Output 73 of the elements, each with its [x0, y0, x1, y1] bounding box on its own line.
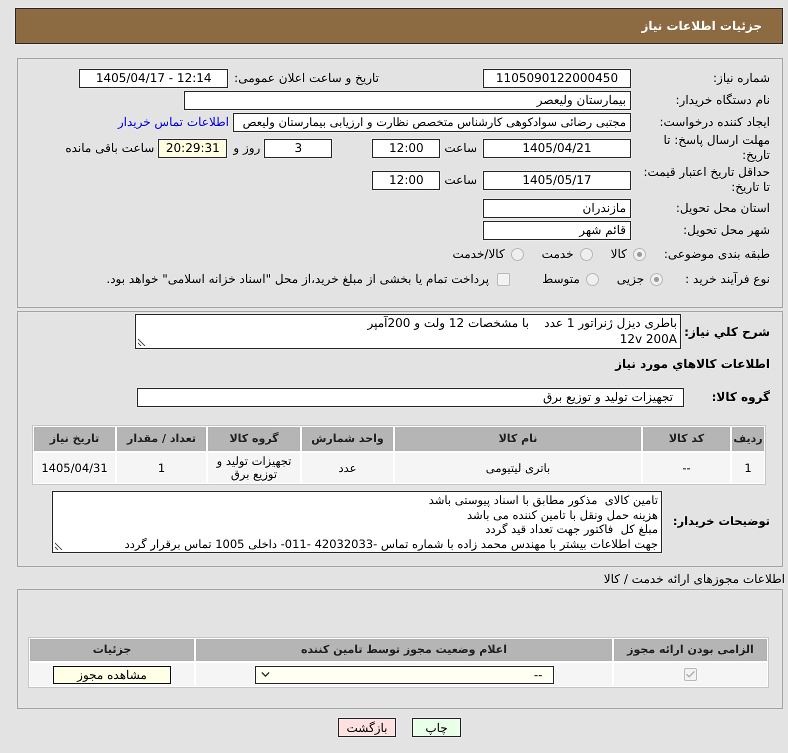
table-cell: 1405/04/31 — [34, 453, 115, 483]
requester-field[interactable]: مجتبی رضائی سوادکوهی کارشناس متخصص نظارت و ارزیابی بیمارستان ولیعص — [233, 112, 631, 132]
province-field[interactable]: مازندران — [483, 198, 631, 218]
table-header-cell: تعداد / مقدار — [117, 427, 206, 451]
radio-button[interactable] — [650, 272, 664, 286]
treasury-option-label: پرداخت تمام یا بخشی از مبلغ خرید،از محل "اسناد خزانه اسلامی" خواهد بود. — [106, 271, 490, 288]
option-label: خدمت — [542, 246, 574, 263]
time-label: ساعت — [444, 172, 477, 189]
need-number-label: شماره نیاز: — [713, 70, 770, 87]
table-header-cell: اعلام وضعیت مجوز توسط تامین کننده — [196, 639, 612, 661]
table-header-cell: گروه کالا — [208, 427, 300, 451]
announcement-field[interactable]: 1405/04/17 - 12:14 — [79, 68, 228, 88]
validity-date-field[interactable]: 1405/05/17 — [483, 170, 631, 190]
days-field[interactable]: 3 — [264, 138, 332, 158]
select-value: -- — [534, 666, 542, 684]
licenses-title: اطلاعات مجوزهای ارائه خدمت / کالا — [604, 571, 785, 588]
deadline-date-field[interactable]: 1405/04/21 — [483, 138, 631, 158]
table-cell: 1 — [732, 453, 764, 483]
buyer-org-label: نام دستگاه خریدار: — [676, 92, 770, 109]
table-cell: تجهیزات تولید و توزیع برق — [208, 453, 300, 483]
buyer-notes-label: توضیحات خریدار: — [672, 513, 770, 530]
validity-time-field[interactable]: 12:00 — [372, 170, 440, 190]
days-label: روز و — [233, 140, 260, 157]
table-cell: 1 — [117, 453, 206, 483]
need-number-field[interactable]: 1105090122000450 — [483, 68, 631, 88]
province-label: استان محل تحویل: — [676, 200, 770, 217]
category-label: طبقه بندی موضوعی: — [664, 246, 770, 263]
resize-grip-icon — [138, 338, 146, 346]
radio-button[interactable] — [580, 248, 593, 260]
table-header-cell: واحد شمارش — [302, 427, 393, 451]
table-header-cell: تاریخ نیاز — [34, 427, 115, 451]
checkbox[interactable] — [497, 272, 510, 286]
time-label: ساعت — [444, 140, 477, 157]
remaining-label: ساعت باقی مانده — [65, 140, 154, 157]
view-license-button[interactable]: مشاهده مجوز — [53, 666, 171, 684]
option-label: متوسط — [542, 271, 580, 288]
requester-label: ایجاد کننده درخواست: — [659, 114, 770, 131]
back-button[interactable]: بازگشت — [338, 718, 396, 737]
contact-link[interactable]: اطلاعات تماس خریدار — [118, 113, 229, 131]
city-label: شهر محل تحویل: — [683, 222, 770, 239]
radio-button[interactable] — [586, 272, 599, 286]
description-field[interactable]: باطری دیزل ژنراتور 1 عدد با مشخصات 12 ولت و 200آمپر 12v 200A — [135, 314, 681, 349]
status-select[interactable]: -- — [254, 666, 554, 684]
header-title: جزئیات اطلاعات نیاز — [641, 18, 762, 35]
description-label: شرح کلي نياز: — [684, 324, 770, 340]
table-header-cell: کد کالا — [643, 427, 730, 451]
table-header-cell: نام کالا — [395, 427, 641, 451]
table-header-cell: ردیف — [732, 427, 764, 451]
city-field[interactable]: قائم شهر — [483, 220, 631, 240]
purchase-process-label: نوع فرآیند خرید : — [685, 271, 770, 288]
deadline-time-field[interactable]: 12:00 — [372, 138, 440, 158]
remaining-time-field[interactable]: 20:29:31 — [158, 138, 228, 158]
radio-button[interactable] — [510, 248, 524, 260]
announcement-label: تاریخ و ساعت اعلان عمومی: — [234, 70, 379, 87]
resize-grip-icon — [55, 542, 63, 550]
table-header-cell: الزامی بودن ارائه مجوز — [614, 639, 767, 661]
buyer-org-field[interactable]: بیمارستان ولیعصر — [184, 90, 631, 110]
table-header-cell: جزئیات — [30, 639, 194, 661]
deadline-label: مهلت ارسال پاسخ: تا تاریخ: — [662, 133, 770, 163]
price-validity-label: حداقل تاریخ اعتبار قیمت: تا تاریخ: — [642, 165, 770, 195]
section-title: اطلاعات کالاهاي مورد نياز — [615, 356, 770, 373]
required-checkbox[interactable] — [684, 668, 697, 681]
option-label: کالا — [610, 246, 627, 263]
radio-button[interactable] — [632, 248, 646, 260]
print-button[interactable]: چاپ — [412, 718, 461, 737]
table-cell: باتری لیتیومی — [395, 453, 641, 483]
goods-group-label: گروه کالا: — [712, 389, 770, 406]
buyer-notes-field[interactable]: تامین کالای مذکور مطابق با اسناد پیوستی باشد هزینه حمل ونقل با تامین کننده می باشد مبلغ کل فاکتور جهت تعداد قید گردد جهت اطلاعات بیشتر با مهندس محمد زاده با شماره تماس -42032033 -011- داخلی 1005 تماس برقرار گردد — [52, 491, 662, 553]
goods-group-field[interactable]: تجهیزات تولید و توزیع برق — [137, 388, 684, 406]
table-cell: عدد — [302, 453, 393, 483]
option-label: کالا/خدمت — [452, 246, 505, 263]
option-label: جزیی — [616, 271, 644, 288]
table-cell: -- — [643, 453, 730, 483]
